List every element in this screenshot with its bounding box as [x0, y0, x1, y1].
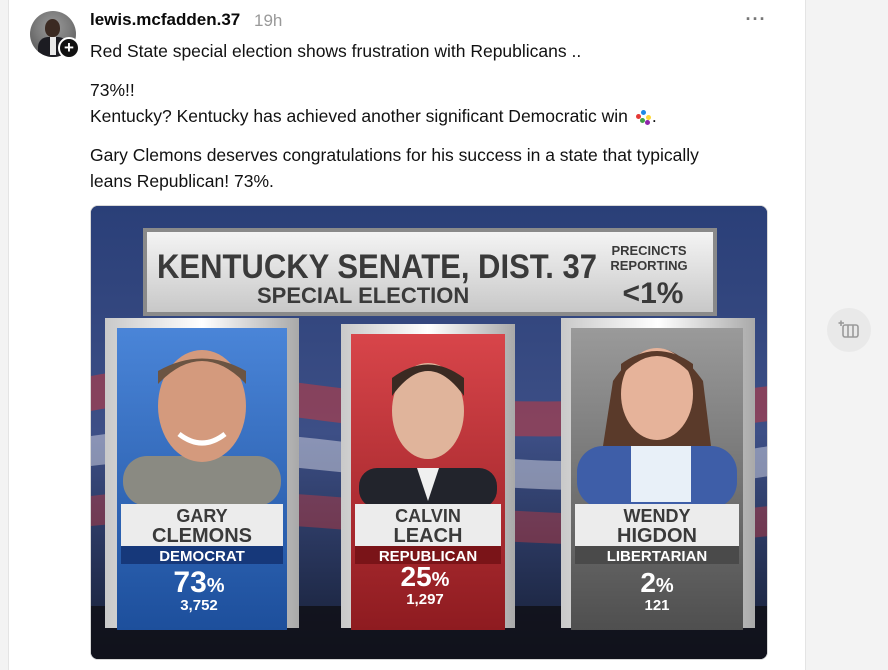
post-text-line: leans Republican! 73%. — [90, 171, 274, 191]
confetti-emoji-icon — [634, 108, 652, 125]
more-options-icon[interactable]: ··· — [744, 8, 768, 32]
candidate-first-name: CALVIN — [395, 506, 461, 526]
candidate-votes: 121 — [644, 597, 669, 614]
candidate-last-name: HIGDON — [617, 525, 697, 547]
candidate-votes: 3,752 — [180, 597, 218, 614]
precincts-value: <1% — [623, 277, 684, 310]
post-text-line: 73%!! — [90, 80, 135, 100]
side-action-button[interactable] — [827, 308, 871, 352]
candidate-last-name: LEACH — [394, 525, 463, 547]
post-image[interactable]: KENTUCKY SENATE, DIST. 37 SPECIAL ELECTI… — [90, 205, 768, 660]
candidate-party: LIBERTARIAN — [607, 548, 708, 565]
post-timestamp[interactable]: 19h — [254, 11, 282, 31]
post-text-line: Red State special election shows frustra… — [90, 41, 582, 61]
candidate-party: DEMOCRAT — [159, 548, 245, 565]
post-text-content: Kentucky? Kentucky has achieved another … — [90, 106, 628, 126]
graphic-subtitle: SPECIAL ELECTION — [257, 283, 469, 308]
username[interactable]: lewis.mcfadden.37 — [90, 10, 240, 30]
follow-button[interactable]: + — [58, 37, 80, 59]
post-text-content: . — [651, 106, 657, 126]
post-text-line: Gary Clemons deserves congratulations fo… — [90, 145, 699, 165]
candidate-last-name: CLEMONS — [152, 525, 252, 547]
candidate-first-name: WENDY — [624, 506, 691, 526]
graphic-title: KENTUCKY SENATE, DIST. 37 — [157, 248, 597, 286]
precincts-label: REPORTING — [610, 258, 687, 273]
candidate-votes: 1,297 — [406, 591, 444, 608]
add-column-icon — [838, 320, 859, 338]
precincts-label: PRECINCTS — [611, 243, 686, 258]
candidate-first-name: GARY — [176, 506, 227, 526]
post-text-line: Kentucky? Kentucky has achieved another … — [90, 103, 780, 129]
